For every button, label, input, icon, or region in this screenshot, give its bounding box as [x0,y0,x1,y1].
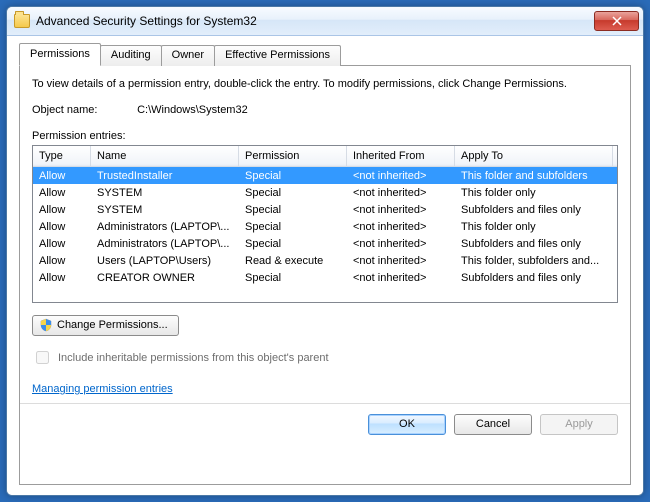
table-cell: <not inherited> [347,170,455,182]
close-icon [612,16,622,26]
tab-auditing[interactable]: Auditing [100,45,162,66]
column-header-type[interactable]: Type [33,146,91,166]
tab-owner[interactable]: Owner [161,45,215,66]
table-cell: Allow [33,170,91,182]
table-cell: Allow [33,204,91,216]
ok-button[interactable]: OK [368,414,446,435]
table-cell: This folder only [455,187,613,199]
table-cell: TrustedInstaller [91,170,239,182]
client-area: Permissions Auditing Owner Effective Per… [7,36,643,495]
dialog-footer: OK Cancel Apply [20,403,630,435]
table-cell: Allow [33,221,91,233]
table-cell: Read & execute [239,255,347,267]
table-cell: <not inherited> [347,238,455,250]
table-cell: This folder only [455,221,613,233]
window-title: Advanced Security Settings for System32 [36,14,594,28]
table-cell: Allow [33,187,91,199]
table-cell: Special [239,170,347,182]
table-row[interactable]: AllowSYSTEMSpecial<not inherited>Subfold… [33,201,617,218]
change-permissions-label: Change Permissions... [57,319,168,331]
tabpanel-permissions: To view details of a permission entry, d… [19,65,631,485]
table-cell: SYSTEM [91,187,239,199]
table-cell: Administrators (LAPTOP\... [91,238,239,250]
table-cell: This folder, subfolders and... [455,255,613,267]
table-cell: Allow [33,238,91,250]
table-row[interactable]: AllowTrustedInstallerSpecial<not inherit… [33,167,617,184]
object-name-row: Object name: C:\Windows\System32 [32,104,618,116]
table-cell: Users (LAPTOP\Users) [91,255,239,267]
table-cell: CREATOR OWNER [91,272,239,284]
include-inheritable-row: Include inheritable permissions from thi… [32,348,618,367]
table-cell: Special [239,221,347,233]
table-cell: This folder and subfolders [455,170,613,182]
table-row[interactable]: AllowUsers (LAPTOP\Users)Read & execute<… [33,252,617,269]
column-header-apply[interactable]: Apply To [455,146,613,166]
table-cell: Special [239,187,347,199]
uac-shield-icon [39,318,53,332]
include-inheritable-checkbox[interactable] [36,351,49,364]
table-cell: Subfolders and files only [455,204,613,216]
intro-text: To view details of a permission entry, d… [32,78,618,90]
table-cell: Special [239,204,347,216]
table-row[interactable]: AllowAdministrators (LAPTOP\...Special<n… [33,235,617,252]
column-header-permission[interactable]: Permission [239,146,347,166]
include-inheritable-label: Include inheritable permissions from thi… [58,352,329,364]
table-cell: <not inherited> [347,204,455,216]
table-cell: Allow [33,255,91,267]
apply-button[interactable]: Apply [540,414,618,435]
table-cell: <not inherited> [347,187,455,199]
table-cell: Subfolders and files only [455,238,613,250]
column-header-inherited[interactable]: Inherited From [347,146,455,166]
titlebar[interactable]: Advanced Security Settings for System32 [7,7,643,36]
tabstrip: Permissions Auditing Owner Effective Per… [19,45,631,66]
table-cell: Special [239,238,347,250]
object-name-label: Object name: [32,104,134,116]
table-cell: <not inherited> [347,221,455,233]
close-button[interactable] [594,11,639,31]
table-cell: SYSTEM [91,204,239,216]
column-header-name[interactable]: Name [91,146,239,166]
permission-entries-label: Permission entries: [32,130,618,142]
table-row[interactable]: AllowSYSTEMSpecial<not inherited>This fo… [33,184,617,201]
listview-body: AllowTrustedInstallerSpecial<not inherit… [33,167,617,286]
folder-icon [14,14,30,28]
table-cell: Allow [33,272,91,284]
tab-permissions[interactable]: Permissions [19,43,101,66]
table-cell: Special [239,272,347,284]
listview-header: Type Name Permission Inherited From Appl… [33,146,617,167]
change-permissions-button[interactable]: Change Permissions... [32,315,179,336]
cancel-button[interactable]: Cancel [454,414,532,435]
table-cell: <not inherited> [347,255,455,267]
table-row[interactable]: AllowAdministrators (LAPTOP\...Special<n… [33,218,617,235]
help-link-row: Managing permission entries [32,383,618,395]
table-cell: <not inherited> [347,272,455,284]
managing-permission-entries-link[interactable]: Managing permission entries [32,383,173,395]
table-row[interactable]: AllowCREATOR OWNERSpecial<not inherited>… [33,269,617,286]
permission-listview[interactable]: Type Name Permission Inherited From Appl… [32,145,618,303]
object-name-value: C:\Windows\System32 [137,104,248,116]
window: Advanced Security Settings for System32 … [6,6,644,496]
table-cell: Administrators (LAPTOP\... [91,221,239,233]
tab-effective-permissions[interactable]: Effective Permissions [214,45,341,66]
change-permissions-row: Change Permissions... [32,315,618,336]
table-cell: Subfolders and files only [455,272,613,284]
